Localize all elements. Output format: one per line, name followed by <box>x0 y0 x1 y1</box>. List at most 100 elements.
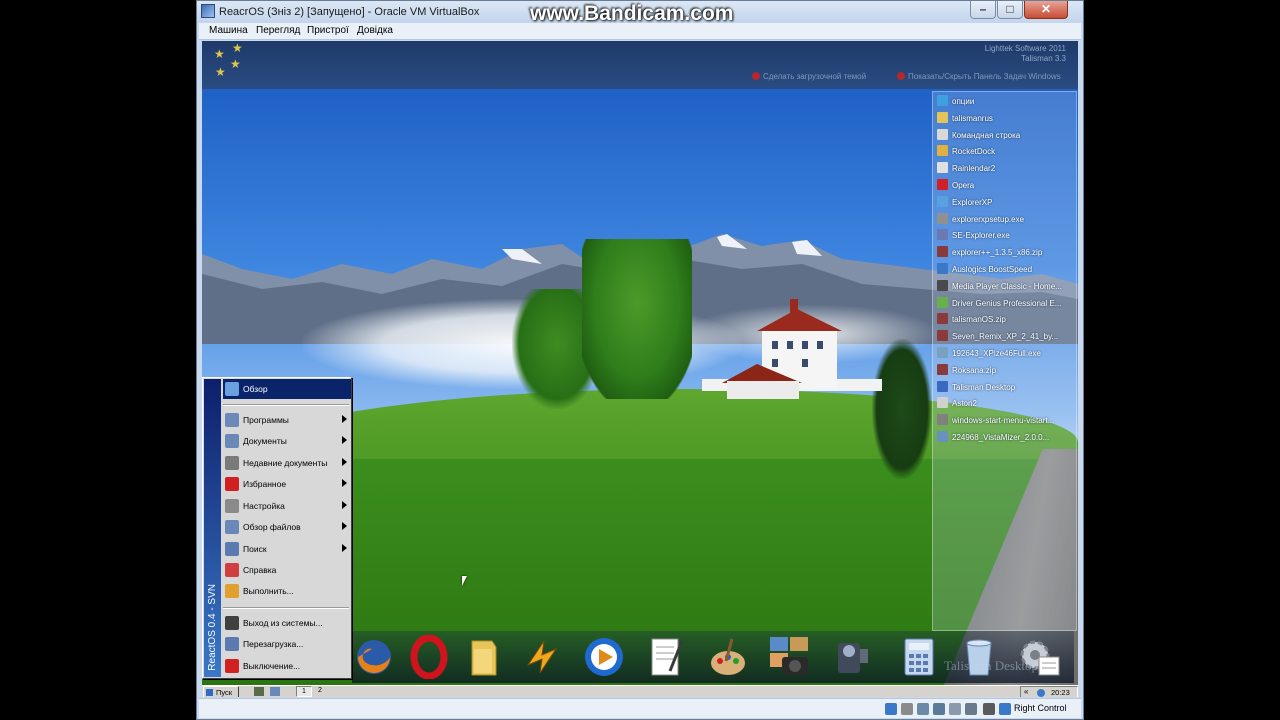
dock-label: Talisman Desktop <box>944 658 1039 673</box>
shortcut-boostspeed[interactable]: Auslogics BoostSpeed <box>937 263 1075 279</box>
shortcut-cmd[interactable]: Командная строка <box>937 128 1075 145</box>
notepad-icon[interactable] <box>644 635 688 679</box>
talisman-top-bar: ★ ★ ★ ★ Lighttek Software 2011 Talisman … <box>202 41 1078 89</box>
restart-icon <box>225 637 239 651</box>
start-menu-item-label: Перезагрузка... <box>243 639 304 649</box>
toggle-taskbar-link[interactable]: Показать/Скрыть Панель Задач Windows <box>897 72 1061 81</box>
shortcut-setup[interactable]: 224968_VistaMizer_2.0.0... <box>937 431 1075 447</box>
menu-machine[interactable]: Машина <box>209 25 248 36</box>
settings-icon <box>225 499 239 513</box>
shortcut-mpc[interactable]: Media Player Classic - Home... <box>937 279 1075 296</box>
play-icon <box>937 95 948 106</box>
maximize-button[interactable]: □ <box>997 1 1023 19</box>
desktop-page-1[interactable]: 1 <box>296 686 312 697</box>
shortcut-app[interactable]: windows-start-menu-vistart... <box>937 414 1075 430</box>
video-camera-icon[interactable] <box>830 635 874 679</box>
start-menu-item-run[interactable]: Выполнить... <box>223 581 351 601</box>
driver-icon <box>937 296 948 308</box>
mouse-integration-icon[interactable] <box>983 703 995 715</box>
start-menu-banner-text: ReactOS 0.4 - SVN <box>207 584 218 671</box>
shortcut-talisman[interactable]: Talisman Desktop <box>937 380 1075 397</box>
menu-devices[interactable]: Пристрої <box>307 25 349 36</box>
display-icon[interactable] <box>965 703 977 715</box>
network-icon[interactable] <box>1037 689 1045 697</box>
hard-disk-icon[interactable] <box>885 703 897 715</box>
shortcut-label: RocketDock <box>952 147 996 157</box>
start-menu-item-restart[interactable]: Перезагрузка... <box>223 634 351 654</box>
start-menu-item-settings[interactable]: Настройка <box>223 496 351 516</box>
shortcut-label: Driver Genius Professional E... <box>952 298 1062 308</box>
start-menu-item-search[interactable]: Поиск <box>223 539 351 559</box>
winamp-icon[interactable] <box>520 635 564 679</box>
start-menu-item-logoff[interactable]: Выход из системы... <box>223 613 351 633</box>
mpc-icon <box>937 279 948 291</box>
folder-icon[interactable] <box>462 635 506 679</box>
shortcut-rocketdock[interactable]: RocketDock <box>937 145 1075 161</box>
shortcut-opera[interactable]: Opera <box>937 179 1075 195</box>
firefox-icon[interactable] <box>352 635 396 679</box>
favorites-icon <box>225 477 239 491</box>
shared-folders-icon[interactable] <box>949 703 961 715</box>
start-menu-item-file-browser[interactable]: Обзор файлов <box>223 517 351 537</box>
start-menu-item-favorites[interactable]: Избранное <box>223 474 351 494</box>
start-menu-item-label: Выключение... <box>243 661 301 671</box>
shortcut-app[interactable]: SE-Explorer.exe <box>937 229 1075 245</box>
photo-camera-icon[interactable] <box>768 635 812 679</box>
start-menu-item-browse[interactable]: Обзор <box>223 379 351 399</box>
toggle-taskbar-label: Показать/Скрыть Панель Задач Windows <box>908 72 1061 81</box>
start-menu-item-programs[interactable]: Программы <box>223 410 351 430</box>
shortcut-driver[interactable]: Driver Genius Professional E... <box>937 296 1075 313</box>
wallpaper-tree <box>582 239 692 399</box>
shortcut-label: опции <box>952 97 975 106</box>
shortcut-setup[interactable]: 192643_XPize46Full.exe <box>937 347 1075 363</box>
start-menu-item-shutdown[interactable]: Выключение... <box>223 656 351 676</box>
optical-drive-icon[interactable] <box>901 703 913 715</box>
submenu-arrow-icon <box>342 479 347 487</box>
submenu-arrow-icon <box>342 501 347 509</box>
shortcut-aston[interactable]: Aston2 <box>937 397 1075 413</box>
star-icon: ★ <box>232 41 243 55</box>
media-player-icon[interactable] <box>582 635 626 679</box>
system-tray: « 20:23 <box>1020 686 1078 697</box>
paint-icon[interactable] <box>706 635 750 679</box>
shortcut-archive[interactable]: talismanOS.zip <box>937 313 1075 329</box>
network-adapter-icon[interactable] <box>917 703 929 715</box>
desktop-page-2[interactable]: 2 <box>312 686 328 697</box>
shortcut-play[interactable]: опции <box>937 95 1075 111</box>
shortcut-explorerxp[interactable]: ExplorerXP <box>937 195 1075 212</box>
start-menu-separator <box>223 404 349 406</box>
shortcut-label: Talisman Desktop <box>952 382 1016 392</box>
close-button[interactable]: ✕ <box>1024 1 1068 19</box>
shortcut-archive[interactable]: Seven_Remix_XP_2_41_by... <box>937 330 1075 346</box>
explorer-icon[interactable] <box>270 687 280 696</box>
menu-view[interactable]: Перегляд <box>256 25 300 36</box>
shortcut-folder[interactable]: talismanrus <box>937 111 1075 128</box>
tray-expand-icon[interactable]: « <box>1024 687 1028 696</box>
virtualbox-app-icon[interactable] <box>201 4 215 18</box>
shortcut-calendar[interactable]: Rainlendar2 <box>937 162 1075 178</box>
clock[interactable]: 20:23 <box>1051 688 1070 697</box>
usb-icon[interactable] <box>933 703 945 715</box>
explorerxp-icon <box>937 195 948 207</box>
guest-screen[interactable]: ★ ★ ★ ★ Lighttek Software 2011 Talisman … <box>202 41 1078 697</box>
shortcut-setup[interactable]: explorerxpsetup.exe <box>937 212 1075 229</box>
archive-icon <box>937 363 948 375</box>
boot-theme-link[interactable]: Сделать загрузочной темой <box>752 72 866 81</box>
start-menu-item-documents[interactable]: Документы <box>223 431 351 451</box>
calendar-icon <box>937 162 948 174</box>
opera-icon[interactable] <box>407 635 451 679</box>
shortcut-archive[interactable]: explorer++_1.3.5_x86.zip <box>937 246 1075 262</box>
menu-help[interactable]: Довідка <box>357 25 393 36</box>
start-menu-item-recent-documents[interactable]: Недавние документы <box>223 453 351 473</box>
start-menu-item-label: Обзор файлов <box>243 522 301 532</box>
star-icon: ★ <box>214 47 225 61</box>
calculator-icon[interactable] <box>897 635 941 679</box>
start-menu-item-help[interactable]: Справка <box>223 560 351 580</box>
minimize-button[interactable]: – <box>970 1 996 19</box>
show-desktop-icon[interactable] <box>254 687 264 696</box>
virtualbox-status-bar: Right Control <box>199 698 1081 718</box>
start-button[interactable]: Пуск <box>203 686 239 697</box>
mouse-cursor <box>462 576 467 586</box>
taskbar: Пуск 1 2 « 20:23 <box>202 685 1078 697</box>
shortcut-archive[interactable]: Roksana.zip <box>937 363 1075 380</box>
